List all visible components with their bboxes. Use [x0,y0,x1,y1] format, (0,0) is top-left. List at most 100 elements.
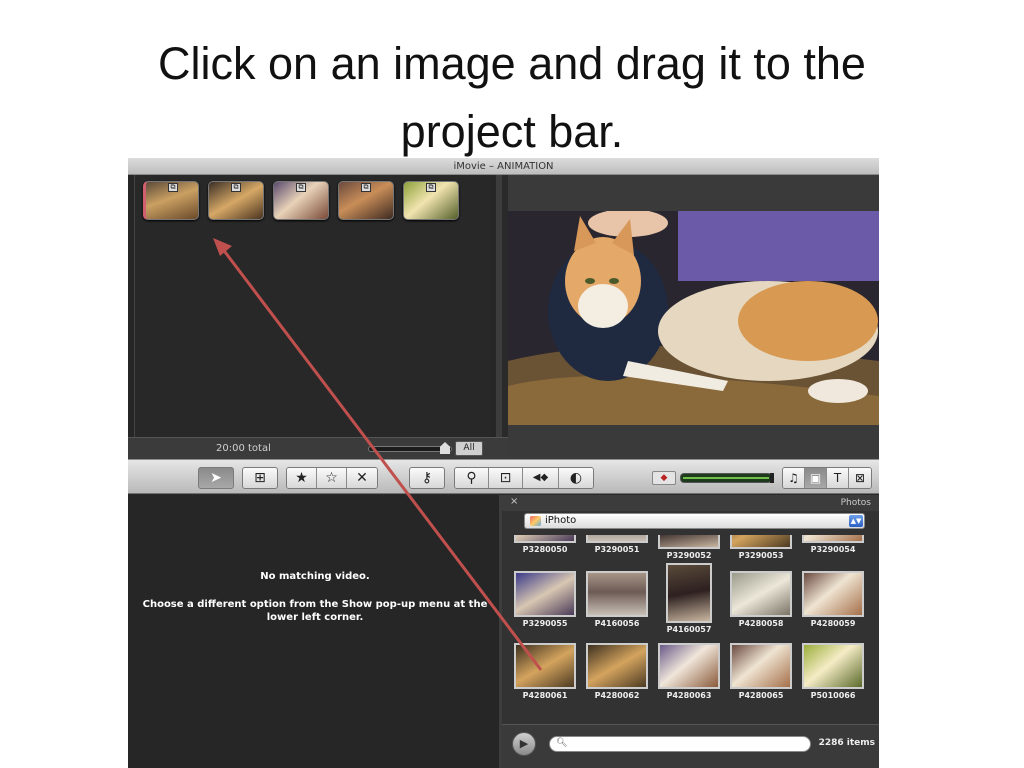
camera-icon: ▣ [809,471,822,485]
play-button[interactable]: ▶ [512,732,536,756]
pointer-arrow-icon: ➤ [210,470,222,486]
event-browser-pane: No matching video. Choose a different op… [128,495,502,768]
crop-badge-icon: ⧉ [426,183,436,192]
photo-source-select[interactable]: iPhoto ▲▼ [524,513,865,529]
cat-preview-illustration [508,211,879,425]
photo-caption: P4160056 [594,619,640,628]
photo-thumbnail[interactable] [802,535,864,543]
speaker-icon: ◀◆ [532,472,549,483]
photo-item[interactable]: P4280059 [800,571,866,628]
photo-item[interactable]: P4160056 [584,571,650,628]
crop-badge-icon: ⧉ [231,183,241,192]
photo-caption: P4280065 [738,691,784,700]
close-photos-icon[interactable]: × [510,496,518,507]
photo-thumbnail[interactable] [514,643,576,689]
photo-item[interactable]: P4160057 [656,563,722,634]
photo-item[interactable]: P3290055 [512,571,578,628]
crop-badge-icon: ⧉ [296,183,306,192]
audio-skimming-toggle[interactable]: ◆ [652,471,676,485]
video-adjust-button[interactable]: ◐ [559,468,593,488]
title-t-icon: T [833,471,842,485]
photo-thumbnail[interactable] [514,571,576,617]
thumbnail-zoom-slider[interactable] [368,446,452,452]
photo-item[interactable]: P3290051 [584,535,650,554]
title-browser-button[interactable]: T [827,468,849,488]
select-tool-button[interactable]: ➤ [198,467,234,489]
photo-caption: P3290055 [522,619,568,628]
unmark-button[interactable]: ☆ [317,468,347,488]
photo-browser-button[interactable]: ▣ [805,468,827,488]
photo-item[interactable]: P3290054 [800,535,866,554]
viewer-pane [508,175,879,459]
project-clip[interactable]: ⧉ [273,181,329,220]
transition-icon: ⊠ [854,471,866,485]
photo-thumbnail[interactable] [802,571,864,617]
slide-title: Click on an image and drag it to the pro… [0,30,1024,166]
show-all-button[interactable]: All [455,441,483,456]
photo-search-field[interactable]: 🔍︎ [549,736,811,752]
microphone-icon: ⚲ [466,470,477,486]
music-browser-button[interactable]: ♫ [783,468,805,488]
volume-meter-end [770,473,774,483]
transition-browser-button[interactable]: ⊠ [849,468,871,488]
music-note-icon: ♫ [788,471,799,485]
reject-button[interactable]: ✕ [347,468,377,488]
slide-title-line-1: Click on an image and drag it to the [158,38,866,89]
photo-thumbnail[interactable] [658,643,720,689]
photo-thumbnail[interactable] [802,643,864,689]
photo-item[interactable]: P4280061 [512,643,578,700]
photo-caption: P3290051 [594,545,640,554]
photo-caption: P3280050 [522,545,568,554]
photo-caption: P3290054 [810,545,856,554]
slide: Click on an image and drag it to the pro… [0,0,1024,768]
photo-source-label: iPhoto [545,515,577,526]
crop-badge-icon: ⧉ [168,183,178,192]
photo-item[interactable]: P3290053 [728,535,794,560]
rating-button-group: ★ ☆ ✕ [286,467,378,489]
zoom-slider-knob[interactable] [440,442,450,454]
slide-title-line-2: project bar. [400,106,624,157]
photo-thumbnail[interactable] [666,563,712,623]
photo-caption: P4160057 [666,625,712,634]
photo-thumbnail[interactable] [586,535,648,543]
project-clip[interactable]: ⧉ [338,181,394,220]
project-area[interactable]: ⧉ ⧉ ⧉ ⧉ ⧉ [134,175,490,437]
photo-item[interactable]: P4280065 [728,643,794,700]
keyword-button[interactable]: ⚷ [409,467,445,489]
audio-adjust-button[interactable]: ◀◆ [523,468,559,488]
photo-thumbnail[interactable] [730,643,792,689]
photo-item[interactable]: P5010066 [800,643,866,700]
mark-favorite-button[interactable]: ★ [287,468,317,488]
photo-thumbnail[interactable] [586,643,648,689]
add-to-project-button[interactable]: ⊞ [242,467,278,489]
photo-item[interactable]: P3280050 [512,535,578,554]
photo-item[interactable]: P3290052 [656,535,722,560]
photo-grid: P3280050 P3290051 P3290052 P3290053 P329… [508,535,874,721]
crop-button[interactable]: ⊡ [489,468,523,488]
photo-item[interactable]: P4280058 [728,571,794,628]
volume-meter [680,473,772,483]
add-clip-icon: ⊞ [254,470,266,486]
show-menu-hint: Choose a different option from the Show … [142,599,488,623]
photo-thumbnail[interactable] [586,571,648,617]
item-count: 2286 items [818,738,875,748]
project-clip[interactable]: ⧉ [208,181,264,220]
photo-search-input[interactable] [572,738,802,750]
photo-thumbnail[interactable] [730,535,792,549]
viewer-preview-image [508,211,879,425]
photo-thumbnail[interactable] [730,571,792,617]
star-empty-icon: ☆ [325,470,338,486]
photo-item[interactable]: P4280062 [584,643,650,700]
project-clip[interactable]: ⧉ [143,181,199,220]
project-clip[interactable]: ⧉ [403,181,459,220]
photo-thumbnail[interactable] [658,535,720,549]
star-filled-icon: ★ [295,470,308,486]
photo-thumbnail[interactable] [514,535,576,543]
project-pane[interactable]: ⧉ ⧉ ⧉ ⧉ ⧉ [128,175,502,446]
voiceover-button[interactable]: ⚲ [455,468,489,488]
photo-item[interactable]: P4280063 [656,643,722,700]
select-arrows-icon: ▲▼ [849,515,863,527]
photo-caption: P4280058 [738,619,784,628]
key-icon: ⚷ [421,470,433,486]
photos-header-label: Photos [840,498,871,508]
